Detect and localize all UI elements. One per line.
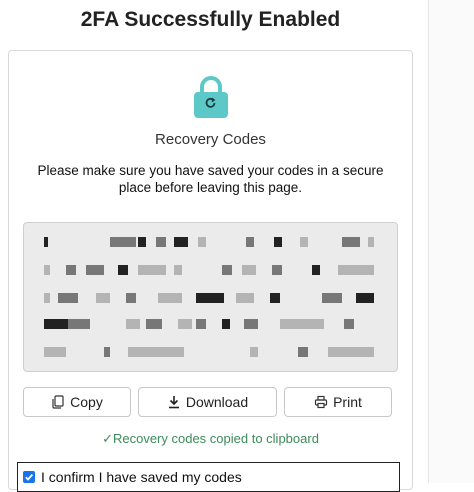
printer-icon (314, 395, 328, 409)
confirm-saved-row[interactable]: I confirm I have saved my codes (17, 462, 400, 492)
copy-icon (51, 395, 65, 409)
download-button-label: Download (185, 394, 249, 410)
code-line (38, 237, 383, 249)
confirm-checkbox[interactable] (23, 471, 35, 483)
recovery-codes-box (23, 222, 398, 372)
copy-button-label: Copy (70, 394, 103, 410)
print-button-label: Print (333, 394, 362, 410)
side-panel (429, 0, 474, 483)
section-heading: Recovery Codes (155, 131, 266, 148)
lock-icon (194, 76, 228, 118)
page-title: 2FA Successfully Enabled (80, 8, 341, 31)
copied-status-message: ✓Recovery codes copied to clipboard (102, 431, 319, 446)
code-line (38, 293, 383, 305)
print-button[interactable]: Print (284, 387, 392, 417)
save-warning-text: Please make sure you have saved your cod… (37, 163, 384, 195)
code-line (38, 319, 383, 331)
code-line (38, 347, 383, 359)
download-icon (167, 395, 181, 409)
code-line (38, 265, 383, 277)
download-button[interactable]: Download (138, 387, 277, 417)
copy-button[interactable]: Copy (23, 387, 131, 417)
